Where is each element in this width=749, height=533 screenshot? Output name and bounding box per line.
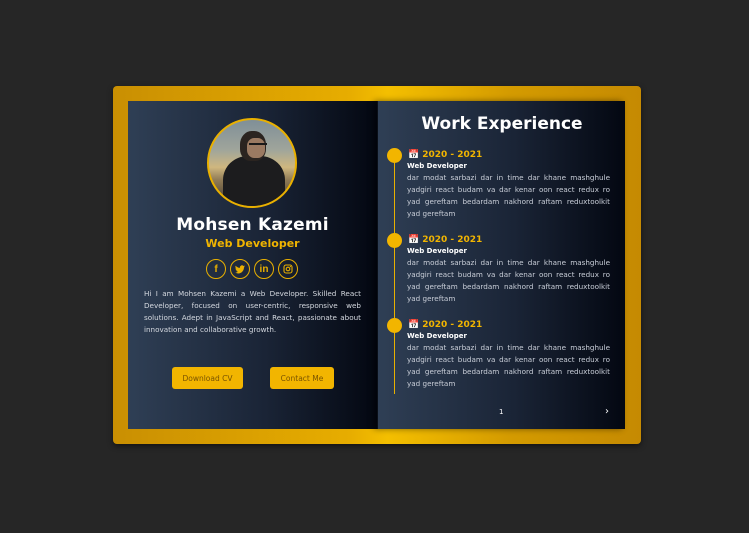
social-links: f in — [206, 259, 300, 279]
profile-role: Web Developer — [205, 237, 300, 250]
avatar-glasses — [249, 143, 267, 147]
resume-book: Mohsen Kazemi Web Developer f in Hi I am… — [113, 86, 641, 444]
entry-date-text: 2020 - 2021 — [422, 320, 483, 330]
instagram-icon[interactable] — [278, 259, 298, 279]
next-page-icon[interactable]: › — [605, 406, 609, 417]
entry-description: dar modat sarbazi dar in time dar khane … — [407, 173, 610, 218]
calendar-icon: 📅 — [408, 235, 420, 245]
entry-description: dar modat sarbazi dar in time dar khane … — [407, 343, 610, 388]
entry-date-text: 2020 - 2021 — [422, 150, 483, 160]
avatar — [207, 118, 297, 208]
twitter-icon[interactable] — [230, 259, 250, 279]
linkedin-icon[interactable]: in — [254, 259, 274, 279]
experience-title: Work Experience — [421, 114, 583, 134]
timeline-dot — [387, 148, 402, 163]
entry-date-text: 2020 - 2021 — [422, 235, 483, 245]
entry-description: dar modat sarbazi dar in time dar khane … — [407, 258, 610, 303]
experience-page: Work Experience 📅 2020 - 2021 Web Develo… — [377, 101, 625, 429]
profile-bio: Hi I am Mohsen Kazemi a Web Developer. S… — [144, 289, 361, 334]
entry-job: Web Developer — [407, 332, 467, 340]
contact-me-button[interactable]: Contact Me — [270, 367, 334, 389]
entry-date: 📅 2020 - 2021 — [408, 320, 482, 330]
avatar-body — [223, 156, 285, 206]
entry-date: 📅 2020 - 2021 — [408, 235, 482, 245]
entry-job: Web Developer — [407, 247, 467, 255]
entry-date: 📅 2020 - 2021 — [408, 150, 482, 160]
avatar-face — [247, 138, 265, 158]
page-number: 1 — [499, 408, 504, 416]
profile-page: Mohsen Kazemi Web Developer f in Hi I am… — [128, 101, 377, 429]
timeline-dot — [387, 233, 402, 248]
timeline-dot — [387, 318, 402, 333]
calendar-icon: 📅 — [408, 320, 420, 330]
instagram-glyph — [283, 264, 293, 274]
profile-name: Mohsen Kazemi — [176, 215, 329, 235]
facebook-icon[interactable]: f — [206, 259, 226, 279]
timeline-line — [394, 154, 395, 394]
entry-job: Web Developer — [407, 162, 467, 170]
twitter-bird-glyph — [235, 264, 245, 273]
download-cv-button[interactable]: Download CV — [172, 367, 243, 389]
calendar-icon: 📅 — [408, 150, 420, 160]
